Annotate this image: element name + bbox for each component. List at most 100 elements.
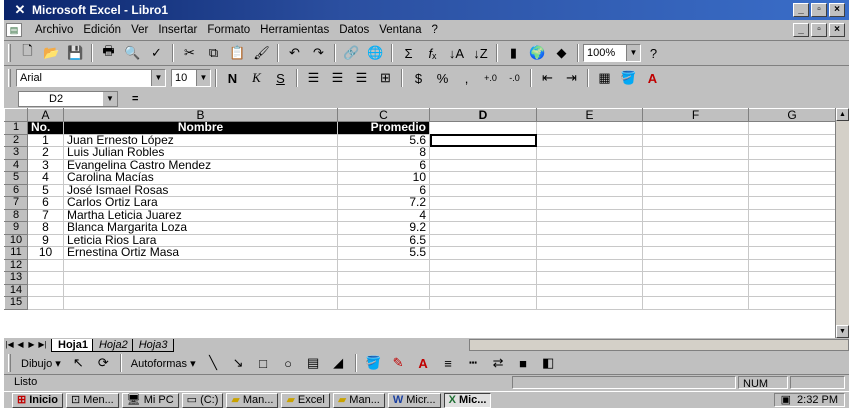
select-all-corner[interactable] [4, 108, 28, 122]
row-header[interactable]: 15 [4, 296, 28, 310]
workbook-close-button[interactable]: × [829, 23, 845, 37]
wordart-icon[interactable]: ◢ [327, 352, 350, 374]
column-header-a[interactable]: A [27, 108, 64, 122]
column-header-c[interactable]: C [337, 108, 430, 122]
formula-equals[interactable]: = [132, 91, 138, 107]
cell-no[interactable]: 9 [27, 234, 64, 247]
cell[interactable] [642, 171, 749, 185]
cell[interactable] [642, 296, 749, 310]
cell[interactable] [63, 296, 338, 310]
rectangle-icon[interactable]: □ [252, 352, 275, 374]
scroll-down-icon[interactable]: ▼ [836, 325, 849, 338]
cell-promedio[interactable]: 6 [337, 184, 430, 197]
taskbar-button-excel[interactable]: X Mic... [443, 392, 492, 408]
cell[interactable] [642, 184, 749, 197]
cell[interactable] [27, 284, 64, 297]
cell-no[interactable]: 10 [27, 246, 64, 260]
header-nombre[interactable]: Nombre [63, 121, 338, 135]
taskbar-button-drive-c[interactable]: ▭ (C:) [181, 392, 224, 408]
cell-nombre[interactable]: José Ismael Rosas [63, 184, 338, 197]
borders-icon[interactable]: ▦ [593, 67, 616, 89]
workbook-restore-button[interactable]: ▫ [811, 23, 827, 37]
menu-archivo[interactable]: Archivo [30, 24, 78, 36]
cell-no[interactable]: 1 [27, 134, 64, 147]
row-header[interactable]: 10 [4, 233, 28, 247]
format-painter-icon[interactable]: 🖌 [250, 42, 273, 64]
toolbar-grip[interactable] [8, 44, 11, 62]
cell[interactable] [536, 134, 643, 147]
prev-sheet-icon[interactable]: ◀ [15, 339, 26, 351]
cell-no[interactable]: 4 [27, 171, 64, 185]
decrease-indent-icon[interactable]: ⇤ [536, 67, 559, 89]
cell-promedio[interactable]: 8 [337, 146, 430, 160]
cell[interactable] [642, 284, 749, 297]
cell[interactable] [27, 259, 64, 272]
clock[interactable]: 2:32 PM [797, 394, 838, 406]
row-header[interactable]: 5 [4, 171, 28, 185]
taskbar-button-menu[interactable]: ⊡ Men... [65, 392, 119, 408]
minimize-button[interactable]: _ [793, 3, 809, 17]
cell[interactable] [642, 271, 749, 285]
cell[interactable] [337, 271, 430, 285]
cell[interactable] [27, 296, 64, 310]
cell[interactable] [748, 271, 836, 285]
line-icon[interactable]: ╲ [202, 352, 225, 374]
dash-style-icon[interactable]: ┅ [462, 352, 485, 374]
cell[interactable] [536, 171, 643, 185]
chevron-down-icon[interactable]: ▼ [151, 70, 165, 86]
3d-icon[interactable]: ◧ [537, 352, 560, 374]
shadow-icon[interactable]: ■ [512, 352, 535, 374]
cell[interactable] [748, 196, 836, 210]
fill-color-icon[interactable]: 🪣 [362, 352, 385, 374]
select-objects-icon[interactable]: ↖ [67, 352, 90, 374]
cell[interactable] [429, 284, 537, 297]
function-icon[interactable]: fₓ [421, 42, 444, 64]
row-header[interactable]: 4 [4, 158, 28, 172]
cell[interactable] [63, 271, 338, 285]
cell[interactable] [27, 271, 64, 285]
paste-icon[interactable]: 📋 [226, 42, 249, 64]
cell[interactable] [536, 246, 643, 260]
header-promedio[interactable]: Promedio [337, 121, 430, 135]
cell[interactable] [642, 209, 749, 222]
sort-desc-icon[interactable]: ↓Z [469, 42, 492, 64]
row-header[interactable]: 9 [4, 221, 28, 235]
cell[interactable] [429, 121, 537, 135]
open-icon[interactable]: 📂 [40, 42, 63, 64]
cell[interactable] [429, 159, 537, 172]
cell[interactable] [536, 146, 643, 160]
cell-promedio[interactable]: 10 [337, 171, 430, 185]
network-icon[interactable]: ▣ [781, 394, 791, 406]
cell[interactable] [429, 171, 537, 185]
sheet-tab-hoja2[interactable]: Hoja2 [91, 338, 135, 352]
cell[interactable] [642, 134, 749, 147]
row-header[interactable]: 7 [4, 196, 28, 210]
cell[interactable] [337, 296, 430, 310]
cell[interactable] [429, 234, 537, 247]
cell[interactable] [748, 159, 836, 172]
cell[interactable] [642, 196, 749, 210]
sheet-tab-hoja3[interactable]: Hoja3 [131, 338, 175, 352]
menu-edicion[interactable]: Edición [78, 24, 126, 36]
chevron-down-icon[interactable]: ▼ [196, 70, 210, 86]
preview-icon[interactable]: 🔍 [121, 42, 144, 64]
underline-icon[interactable]: S [269, 67, 292, 89]
cell-nombre[interactable]: Blanca Margarita Loza [63, 221, 338, 235]
close-button[interactable]: × [829, 3, 845, 17]
cell[interactable] [748, 246, 836, 260]
size-select[interactable]: 10 ▼ [171, 69, 211, 87]
cell-nombre[interactable]: Leticia Rios Lara [63, 234, 338, 247]
cell[interactable] [536, 221, 643, 235]
active-cell-d2[interactable] [429, 134, 537, 147]
cell[interactable] [748, 234, 836, 247]
title-bar[interactable]: ✕ Microsoft Excel - Libro1 _ ▫ × [4, 0, 849, 20]
cell-no[interactable]: 2 [27, 146, 64, 160]
spell-icon[interactable]: ✓ [145, 42, 168, 64]
bold-icon[interactable]: N [221, 67, 244, 89]
row-header[interactable]: 8 [4, 208, 28, 222]
cell[interactable] [536, 296, 643, 310]
cell-nombre[interactable]: Juan Ernesto López [63, 134, 338, 147]
toolbar-grip[interactable] [8, 69, 11, 87]
cell-nombre[interactable]: Carlos Ortiz Lara [63, 196, 338, 210]
cell[interactable] [536, 234, 643, 247]
